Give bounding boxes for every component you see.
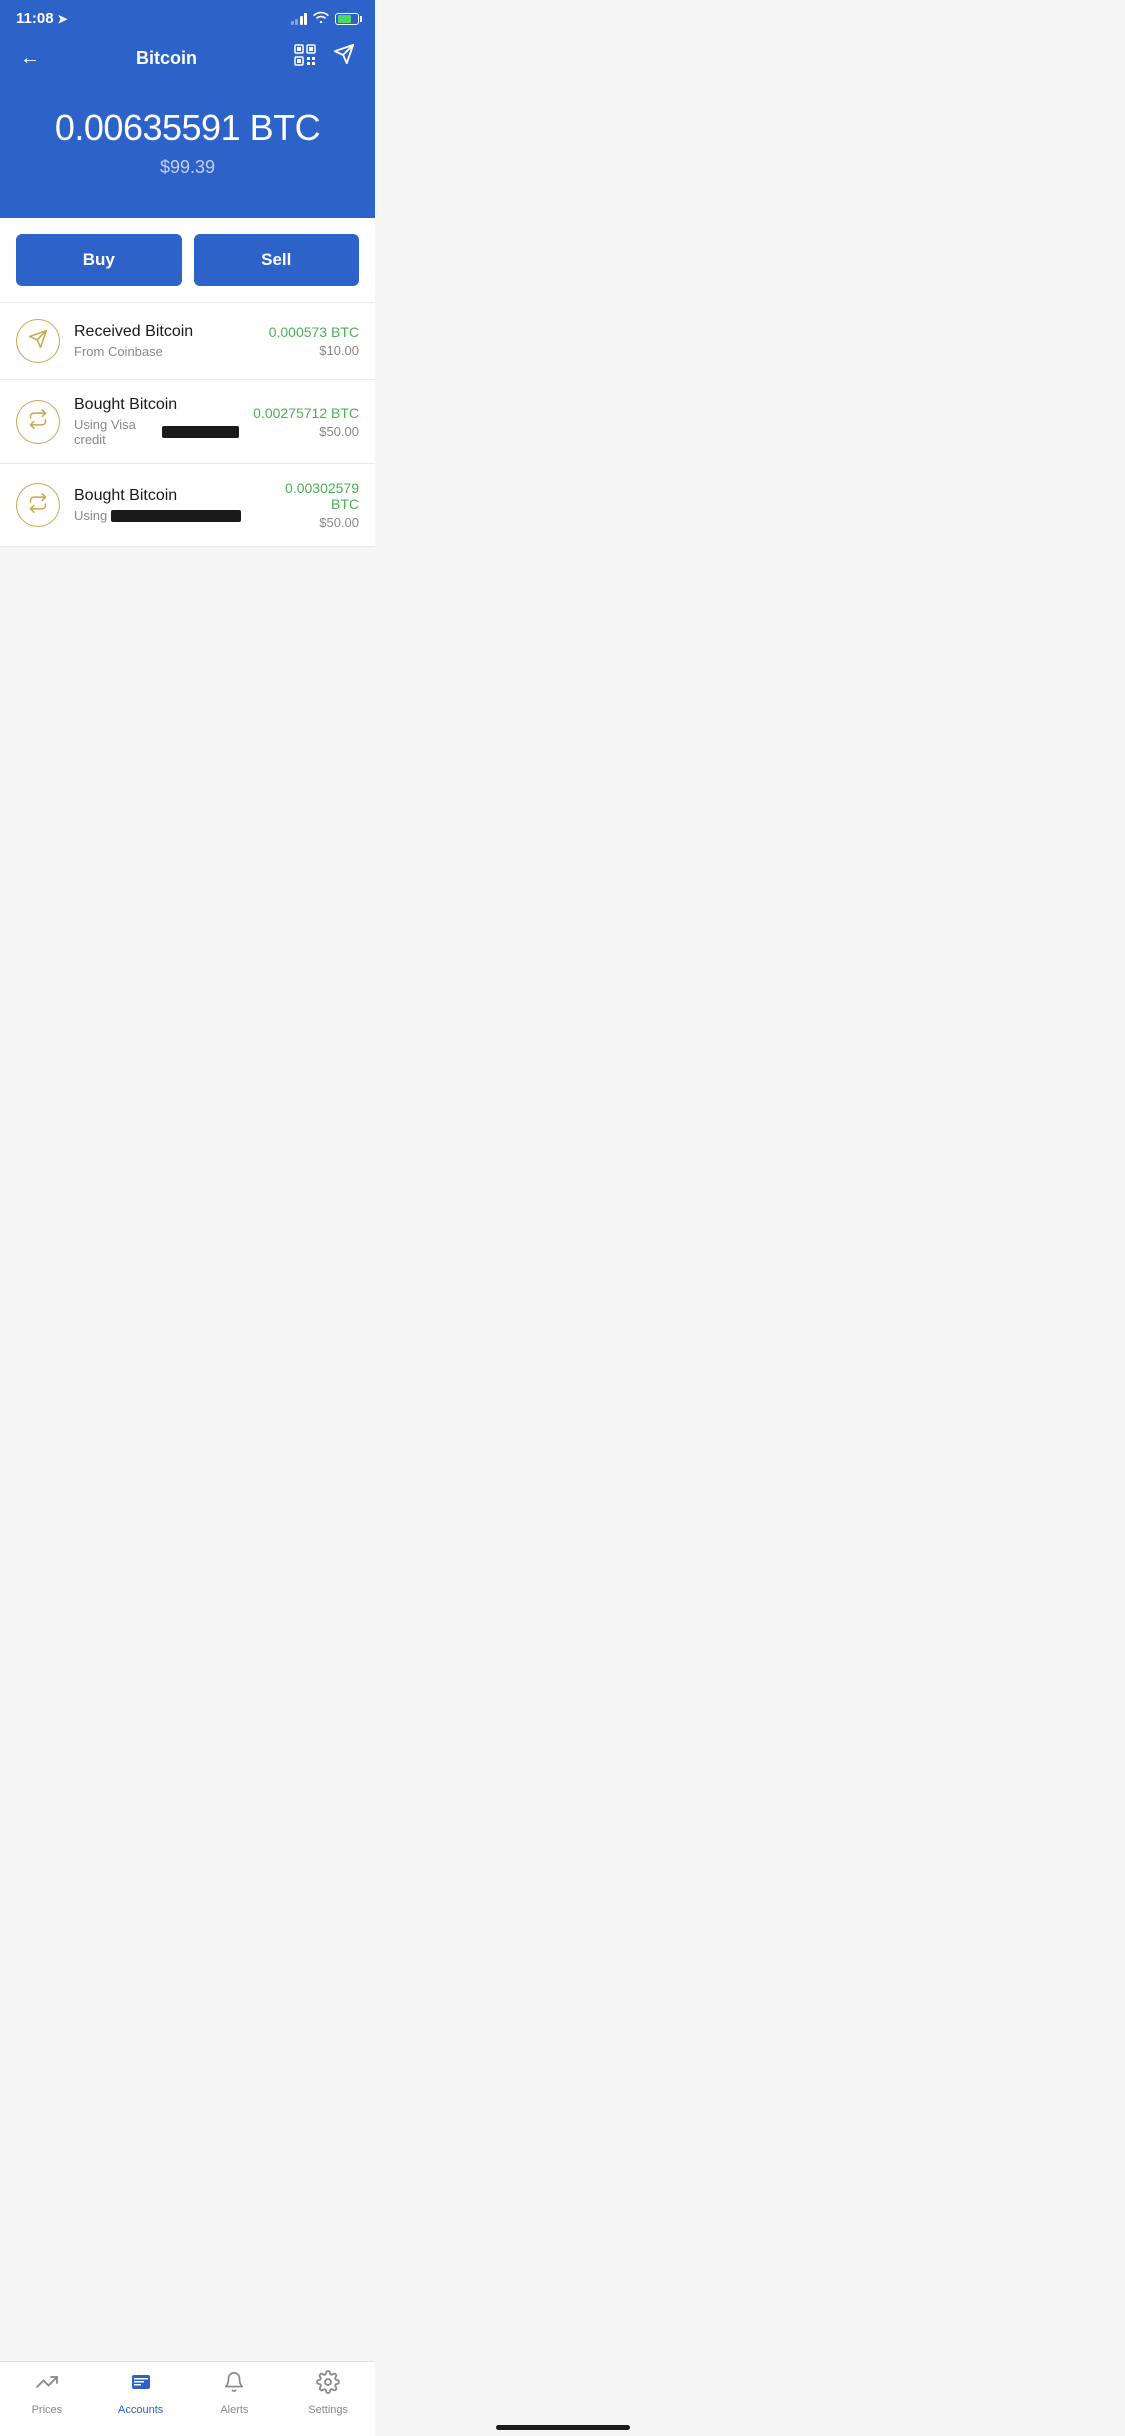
prices-label: Prices — [32, 2404, 63, 2416]
nav-prices[interactable]: Prices — [12, 2370, 82, 2416]
page-title: Bitcoin — [136, 48, 197, 69]
action-buttons: Buy Sell — [0, 218, 375, 303]
sell-button[interactable]: Sell — [194, 234, 360, 286]
qr-button[interactable] — [293, 43, 317, 73]
nav-settings[interactable]: Settings — [293, 2370, 363, 2416]
time-display: 11:08 — [16, 10, 54, 27]
tx-usd-amount: $10.00 — [269, 343, 359, 358]
settings-label: Settings — [308, 2404, 348, 2416]
prices-icon — [35, 2370, 59, 2400]
alerts-label: Alerts — [220, 2404, 248, 2416]
accounts-label: Accounts — [118, 2404, 163, 2416]
tx-subtitle: Using Visa credit — [74, 417, 239, 447]
back-button[interactable]: ← — [20, 47, 40, 70]
tx-subtitle: Using — [74, 508, 241, 523]
nav-accounts[interactable]: Accounts — [106, 2370, 176, 2416]
tx-info: Received Bitcoin From Coinbase — [74, 323, 255, 359]
tx-subtitle: From Coinbase — [74, 344, 255, 359]
redacted-text — [162, 426, 239, 438]
tx-title: Received Bitcoin — [74, 323, 255, 341]
tx-amount: 0.000573 BTC $10.00 — [269, 324, 359, 358]
usd-balance: $99.39 — [20, 157, 355, 178]
buy-icon-wrap-2 — [16, 483, 60, 527]
alerts-icon — [223, 2370, 245, 2400]
buy-icon-wrap — [16, 400, 60, 444]
exchange-icon — [28, 409, 48, 434]
receive-icon-wrap — [16, 319, 60, 363]
content-spacer — [0, 547, 375, 637]
tx-usd-amount: $50.00 — [253, 424, 359, 439]
tx-info: Bought Bitcoin Using — [74, 487, 241, 523]
send-button[interactable] — [333, 43, 355, 73]
tx-info: Bought Bitcoin Using Visa credit — [74, 396, 239, 447]
status-right — [291, 11, 360, 26]
exchange-icon-2 — [28, 493, 48, 518]
receive-icon — [28, 329, 48, 354]
bottom-nav: Prices Accounts Alerts — [0, 2361, 375, 2436]
home-indicator — [496, 2425, 630, 2430]
accounts-icon — [129, 2370, 153, 2400]
battery-icon — [335, 13, 359, 25]
btc-balance: 0.00635591 BTC — [20, 107, 355, 149]
wifi-icon — [313, 11, 329, 26]
status-bar: 11:08 ➤ — [0, 0, 375, 33]
tx-btc-amount: 0.00275712 BTC — [253, 405, 359, 421]
tx-title: Bought Bitcoin — [74, 487, 241, 505]
tx-btc-amount: 0.000573 BTC — [269, 324, 359, 340]
tx-amount: 0.00275712 BTC $50.00 — [253, 405, 359, 439]
balance-section: 0.00635591 BTC $99.39 — [0, 87, 375, 218]
buy-button[interactable]: Buy — [16, 234, 182, 286]
table-row[interactable]: Received Bitcoin From Coinbase 0.000573 … — [0, 303, 375, 380]
location-icon: ➤ — [58, 12, 68, 26]
nav-alerts[interactable]: Alerts — [199, 2370, 269, 2416]
tx-amount: 0.00302579 BTC $50.00 — [255, 480, 359, 530]
signal-icon — [291, 13, 308, 25]
header: ← Bitcoin — [0, 33, 375, 87]
tx-btc-amount: 0.00302579 BTC — [255, 480, 359, 512]
tx-usd-amount: $50.00 — [255, 515, 359, 530]
settings-icon — [316, 2370, 340, 2400]
header-actions — [293, 43, 355, 73]
transactions-list: Received Bitcoin From Coinbase 0.000573 … — [0, 303, 375, 547]
tx-title: Bought Bitcoin — [74, 396, 239, 414]
table-row[interactable]: Bought Bitcoin Using 0.00302579 BTC $50.… — [0, 464, 375, 547]
table-row[interactable]: Bought Bitcoin Using Visa credit 0.00275… — [0, 380, 375, 464]
redacted-text-2 — [111, 510, 241, 522]
